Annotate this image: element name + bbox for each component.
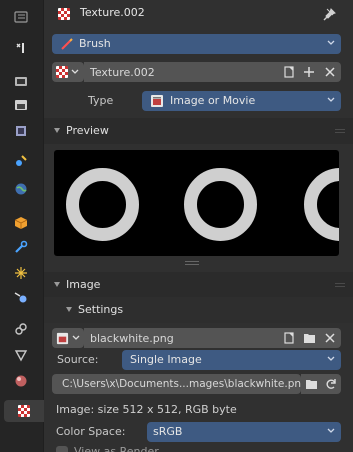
texture-icon[interactable] bbox=[4, 400, 44, 422]
type-value: Image or Movie bbox=[170, 94, 256, 107]
texture-name: Texture.002 bbox=[90, 65, 155, 79]
preview-resize-handle[interactable] bbox=[185, 261, 199, 265]
brush-label: Brush bbox=[79, 37, 111, 50]
new-texture-button[interactable] bbox=[299, 62, 319, 82]
scene-icon[interactable] bbox=[8, 150, 34, 172]
folder-icon bbox=[303, 334, 315, 343]
type-dropdown[interactable]: Image or Movie bbox=[142, 91, 341, 111]
header-title: Texture.002 bbox=[80, 6, 145, 19]
source-label: Source: bbox=[57, 353, 99, 366]
world-icon[interactable] bbox=[8, 178, 34, 200]
chevron-down-icon bbox=[71, 69, 79, 74]
colorspace-label: Color Space: bbox=[56, 425, 126, 438]
preview-ring bbox=[304, 168, 339, 241]
image-filepath-field[interactable]: C:\Users\x\Documents...mages\blackwhite.… bbox=[52, 374, 308, 394]
data-icon[interactable] bbox=[8, 344, 34, 366]
type-label: Type bbox=[88, 94, 114, 107]
unlink-texture-button[interactable] bbox=[319, 62, 341, 82]
colorspace-dropdown[interactable]: sRGB bbox=[147, 422, 341, 442]
texture-name-field[interactable]: Texture.002 bbox=[84, 62, 279, 82]
reload-icon bbox=[326, 379, 336, 389]
modifier-icon[interactable] bbox=[8, 236, 34, 258]
reload-button[interactable] bbox=[321, 374, 341, 394]
image-fake-user-button[interactable] bbox=[279, 328, 299, 348]
collapse-triangle-icon bbox=[66, 307, 72, 312]
panel-header: Texture.002 bbox=[44, 0, 353, 28]
preview-ring bbox=[66, 168, 139, 241]
view-as-render-checkbox[interactable] bbox=[56, 446, 68, 452]
drag-grip-icon[interactable] bbox=[335, 283, 345, 287]
fake-user-icon bbox=[284, 66, 294, 78]
tool-icon[interactable] bbox=[8, 37, 34, 59]
source-dropdown[interactable]: Single Image bbox=[122, 350, 341, 370]
texture-checker-icon bbox=[18, 405, 30, 417]
fake-user-icon bbox=[284, 332, 294, 344]
chevron-down-icon bbox=[327, 356, 335, 361]
texture-icon bbox=[58, 8, 70, 20]
browse-file-button[interactable] bbox=[301, 374, 321, 394]
texture-preview-image bbox=[54, 150, 339, 256]
chevron-down-icon bbox=[327, 97, 335, 102]
texture-browse-button[interactable] bbox=[52, 62, 84, 82]
image-filepath: C:\Users\x\Documents...mages\blackwhite.… bbox=[62, 378, 308, 390]
image-file-name: blackwhite.png bbox=[90, 331, 174, 345]
render-icon[interactable] bbox=[8, 70, 34, 92]
view-layer-icon[interactable] bbox=[8, 120, 34, 142]
chevron-down-icon bbox=[327, 40, 335, 45]
physics-icon[interactable] bbox=[8, 286, 34, 308]
pin-icon[interactable] bbox=[323, 7, 337, 21]
settings-title: Settings bbox=[78, 303, 124, 316]
preview-panel-header[interactable]: Preview bbox=[44, 118, 353, 144]
texture-icon bbox=[56, 66, 68, 78]
settings-subpanel-header[interactable]: Settings bbox=[44, 297, 353, 323]
image-title: Image bbox=[66, 278, 101, 291]
image-panel-header[interactable]: Image bbox=[44, 272, 353, 298]
chevron-down-icon bbox=[327, 428, 335, 433]
brush-selector[interactable]: Brush bbox=[52, 34, 341, 54]
image-icon bbox=[151, 95, 163, 107]
fake-user-button[interactable] bbox=[279, 62, 299, 82]
preview-ring bbox=[184, 168, 257, 241]
folder-icon bbox=[305, 380, 317, 389]
close-icon bbox=[325, 333, 335, 343]
particles-icon[interactable] bbox=[8, 262, 34, 284]
editor-type-icon[interactable] bbox=[8, 6, 34, 28]
material-icon[interactable] bbox=[8, 370, 34, 392]
output-icon[interactable] bbox=[8, 94, 34, 116]
view-as-render-label: View as Render bbox=[74, 445, 159, 452]
source-value: Single Image bbox=[130, 353, 202, 366]
drag-grip-icon[interactable] bbox=[335, 129, 345, 133]
collapse-triangle-icon bbox=[54, 128, 60, 133]
image-browse-button[interactable] bbox=[52, 328, 84, 348]
unlink-image-button[interactable] bbox=[319, 328, 341, 348]
properties-tab-bar bbox=[0, 0, 44, 452]
image-icon bbox=[56, 332, 69, 344]
close-icon bbox=[325, 67, 335, 77]
colorspace-value: sRGB bbox=[153, 425, 183, 438]
plus-icon bbox=[304, 67, 314, 77]
constraints-icon[interactable] bbox=[8, 318, 34, 340]
brush-icon bbox=[61, 38, 73, 50]
image-info-text: Image: size 512 x 512, RGB byte bbox=[56, 403, 237, 416]
object-icon[interactable] bbox=[8, 212, 34, 234]
open-image-button[interactable] bbox=[299, 328, 319, 348]
image-name-field[interactable]: blackwhite.png bbox=[84, 328, 279, 348]
preview-title: Preview bbox=[66, 124, 109, 137]
chevron-down-icon bbox=[72, 335, 80, 340]
collapse-triangle-icon bbox=[54, 282, 60, 287]
